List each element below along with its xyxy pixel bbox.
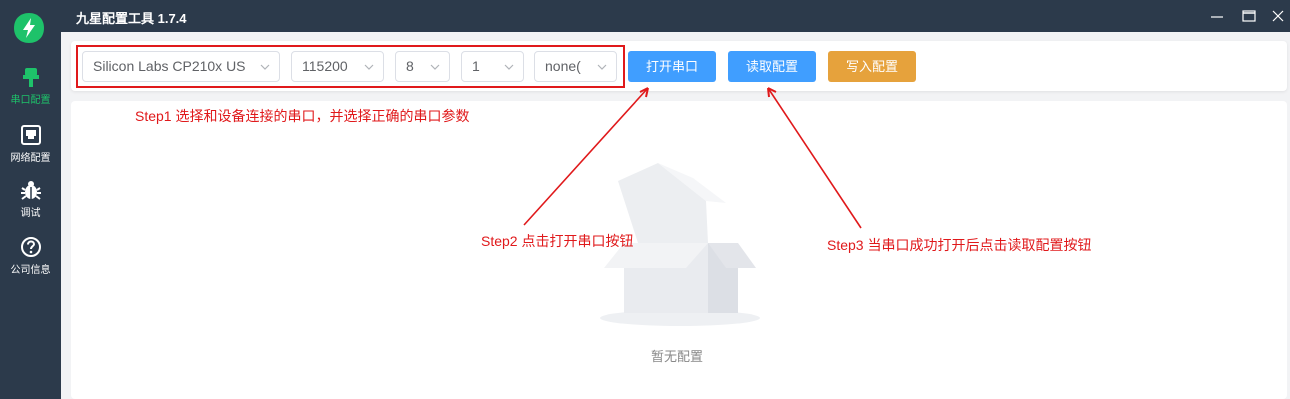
app-title: 九星配置工具 1.7.4	[76, 11, 187, 26]
stop-bits-select[interactable]: 1	[461, 51, 524, 82]
baud-select[interactable]: 115200	[291, 51, 384, 82]
chevron-down-icon	[430, 64, 440, 70]
app-logo-icon	[14, 13, 44, 43]
data-bits-value: 8	[406, 58, 414, 74]
parity-value: none(	[545, 58, 581, 74]
sidebar-item-company[interactable]: 公司信息	[0, 236, 61, 276]
question-circle-icon	[20, 237, 41, 257]
sidebar-item-label: 串口配置	[10, 95, 51, 106]
step1-annotation: Step1 选择和设备连接的串口，并选择正确的串口参数	[135, 108, 470, 124]
empty-state-text: 暂无配置	[651, 349, 704, 364]
step3-annotation: Step3 当串口成功打开后点击读取配置按钮	[827, 237, 1092, 253]
serial-toolbar: Silicon Labs CP210x US 115200 8 1 none( …	[71, 41, 1287, 91]
maximize-icon[interactable]	[1241, 8, 1257, 24]
chevron-down-icon	[364, 64, 374, 70]
minimize-icon[interactable]	[1209, 8, 1225, 24]
sidebar-item-serial[interactable]: 串口配置	[0, 66, 61, 106]
chevron-down-icon	[597, 64, 607, 70]
baud-select-value: 115200	[302, 58, 348, 74]
sidebar-item-label: 公司信息	[10, 265, 51, 276]
close-icon[interactable]	[1270, 8, 1286, 24]
sidebar-item-network[interactable]: 网络配置	[0, 124, 61, 164]
sidebar-item-label: 调试	[20, 208, 41, 219]
open-port-button[interactable]: 打开串口	[628, 51, 716, 82]
sidebar-item-debug[interactable]: 调试	[0, 179, 61, 219]
network-port-icon	[20, 125, 41, 145]
sidebar-item-label: 网络配置	[10, 153, 51, 164]
bug-icon	[20, 181, 41, 200]
title-bar: 九星配置工具 1.7.4	[61, 0, 1290, 32]
step2-annotation: Step2 点击打开串口按钮	[481, 233, 634, 249]
chevron-down-icon	[260, 64, 270, 70]
port-select[interactable]: Silicon Labs CP210x US	[82, 51, 280, 82]
data-bits-select[interactable]: 8	[395, 51, 450, 82]
write-config-button[interactable]: 写入配置	[828, 51, 916, 82]
read-config-button[interactable]: 读取配置	[728, 51, 816, 82]
serial-plug-icon	[22, 68, 39, 87]
stop-bits-value: 1	[472, 58, 480, 74]
sidebar: 串口配置 网络配置 调试 公司信息	[0, 0, 61, 399]
chevron-down-icon	[504, 64, 514, 70]
port-select-value: Silicon Labs CP210x US	[93, 58, 246, 74]
parity-select[interactable]: none(	[534, 51, 617, 82]
